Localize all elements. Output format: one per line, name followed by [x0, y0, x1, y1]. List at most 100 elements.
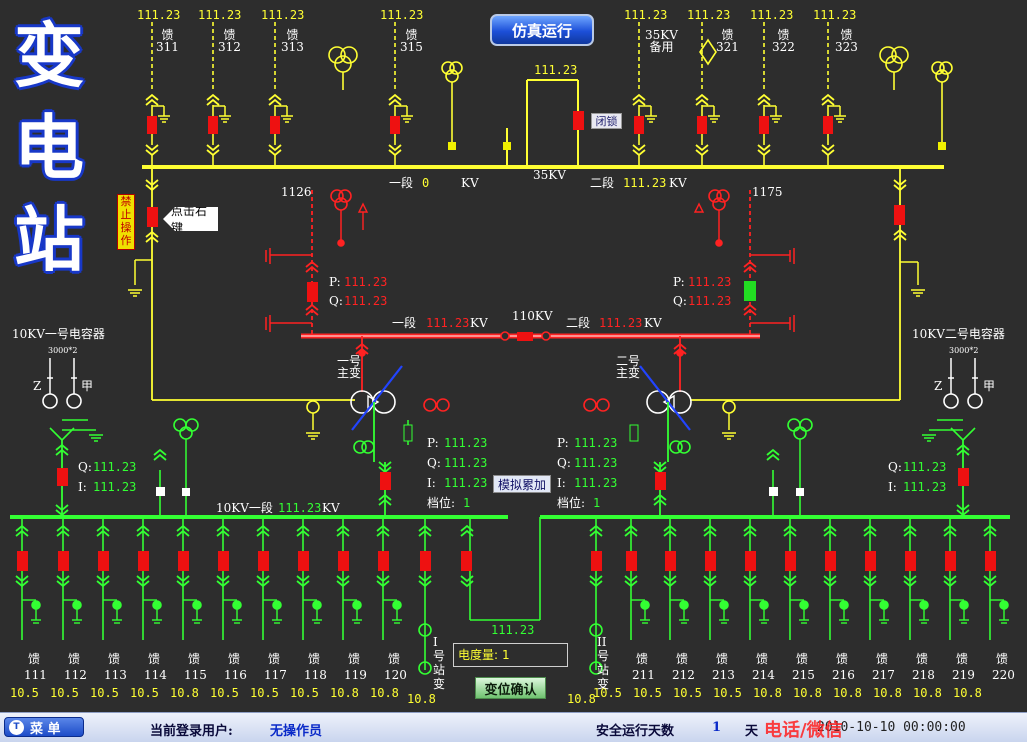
breaker-10kv-feeder [378, 551, 389, 571]
breaker-10kv-feeder [17, 551, 28, 571]
feeder-name: 馈 [836, 652, 849, 666]
tx1-p-value: 111.23 [444, 436, 488, 450]
capacitor-z-label: Z [33, 379, 42, 393]
breaker-10kv-feeder [985, 551, 996, 571]
q-label: Q: [78, 460, 92, 474]
station-label-char: 变 [597, 677, 610, 691]
pt-circle [885, 55, 903, 73]
feeder-35kv-spare-value: 111.23 [624, 8, 668, 22]
fuse [503, 142, 511, 150]
lock-button[interactable]: 闭锁 [591, 113, 622, 129]
disconnect-chevron [757, 144, 771, 152]
tx2-lv-breaker [655, 472, 666, 490]
breaker-10kv-feeder [178, 551, 189, 571]
pt-circle [583, 398, 597, 412]
station-breaker [420, 551, 431, 571]
bus-tie-breaker-10kv [461, 551, 472, 571]
switch-id-1175: 1175 [752, 185, 783, 199]
capacitor1-rating: 3000*2 [48, 346, 78, 355]
feeder-name: 馈 [108, 652, 121, 666]
feeder-name: 馈 [996, 652, 1009, 666]
station-label-char: 变 [433, 677, 446, 691]
transformer-winding [350, 390, 374, 414]
feeder-voltage: 10.8 [953, 686, 982, 700]
breaker-10kv-feeder [138, 551, 149, 571]
breaker-10kv-feeder [98, 551, 109, 571]
feeder-name: 馈 [68, 652, 81, 666]
feeder-id: 118 [304, 668, 327, 682]
feeder-voltage: 10.5 [673, 686, 702, 700]
forbid-operation-tag[interactable]: 禁止操作 [117, 194, 135, 250]
p-label: P: [427, 436, 439, 450]
pt-circle [173, 418, 187, 432]
feeder-label: 馈 322 [772, 28, 795, 54]
station1-voltage: 10.8 [407, 692, 436, 706]
feeder-label: 馈 323 [835, 28, 858, 54]
feeder-name: 馈 [308, 652, 321, 666]
q-label: Q: [427, 456, 441, 470]
feeder-id: 112 [64, 668, 87, 682]
single-line-diagram [10, 22, 1010, 675]
breaker-1126 [307, 282, 318, 302]
station-label-char: 站 [433, 663, 446, 677]
bus-node [541, 331, 551, 341]
i-label: I: [427, 476, 436, 490]
feeder-voltage: 10.5 [210, 686, 239, 700]
station-label-char: 号 [433, 649, 446, 663]
feeder-voltage: 10.8 [793, 686, 822, 700]
pt-circle [340, 46, 358, 64]
pt-circle [722, 400, 736, 414]
capacitor2-i-value: 111.23 [903, 480, 947, 494]
feeder-voltage: 10.5 [50, 686, 79, 700]
feeder-voltage: 10.5 [90, 686, 119, 700]
disconnect-chevron [145, 144, 159, 152]
q-label: Q: [557, 456, 571, 470]
tx2-tap-value: 1 [593, 496, 601, 510]
pt-circle [423, 398, 437, 412]
breaker-10kv-feeder [338, 551, 349, 571]
tx1-i-value: 111.23 [444, 476, 488, 490]
menu-button[interactable]: T菜 单 [4, 717, 84, 737]
feeder-label: 馈 313 [281, 28, 304, 54]
simulate-run-button[interactable]: 仿真运行 [490, 14, 594, 46]
capacitor-bank [42, 393, 58, 409]
tap-label: 档位: [427, 496, 456, 510]
capacitor-lead [962, 427, 976, 441]
breaker-35kv-feeder [697, 116, 707, 134]
bus110-section1-label: 一段 [392, 316, 417, 330]
feeder-id: 111 [24, 668, 47, 682]
q-label: Q: [673, 294, 687, 308]
wire-node [676, 349, 684, 357]
transformer-winding [646, 390, 670, 414]
status-bar: T菜 单 当前登录用户: 无操作员 安全运行天数 1 天 2010-10-10 … [0, 712, 1027, 742]
disconnect-chevron [632, 144, 646, 152]
change-confirm-button[interactable]: 变位确认 [475, 677, 546, 699]
breaker-35kv-feeder [759, 116, 769, 134]
feeder-name: 馈 [28, 652, 41, 666]
capacitor-breaker [958, 468, 969, 486]
disconnect-chevron [757, 98, 771, 106]
q-label: Q: [888, 460, 902, 474]
wire-node [337, 239, 345, 247]
capacitor-bank [967, 393, 983, 409]
meter-value: 1 [502, 648, 510, 662]
breaker-10kv-feeder [865, 551, 876, 571]
capacitor2-title: 10KV二号电容器 [912, 327, 1005, 341]
safe-days-unit: 天 [745, 724, 759, 739]
current-user-value: 无操作员 [270, 724, 323, 739]
feeder-name: 馈 [956, 652, 969, 666]
breaker-10kv-feeder [785, 551, 796, 571]
disconnect-chevron [145, 98, 159, 106]
feeder-id: 213 [712, 668, 735, 682]
disconnect-chevron [460, 575, 474, 583]
bus-tie-breaker [573, 111, 584, 130]
simulate-accumulate-button[interactable]: 模拟累加 [493, 475, 551, 493]
feeder-voltage: 10.5 [713, 686, 742, 700]
feeder-voltage: 10.5 [250, 686, 279, 700]
feeder-name: 馈 [388, 652, 401, 666]
i-label: I: [78, 480, 87, 494]
bus10-value: 111.23 [278, 501, 322, 515]
feeder-id: 114 [144, 668, 167, 682]
feeder-name: 馈 [716, 652, 729, 666]
bus35-section2-value: 111.23 [623, 176, 667, 190]
